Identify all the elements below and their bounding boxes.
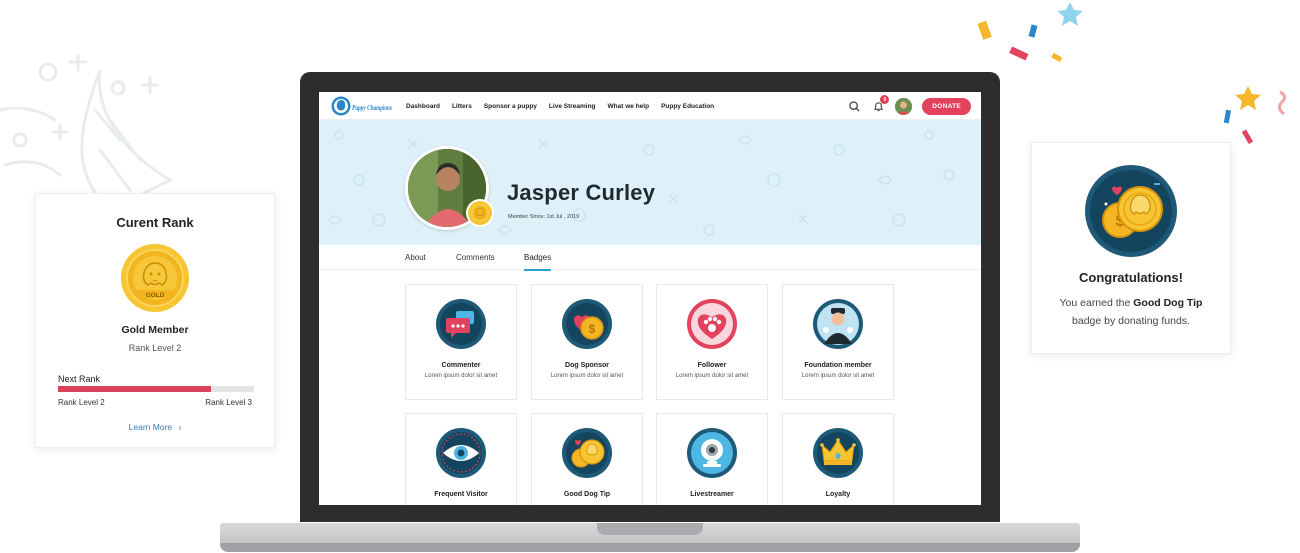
badge-card-foundation-member[interactable]: Foundation member Lorem ipsum dolor sit … (782, 284, 894, 400)
donate-button[interactable]: DONATE (922, 97, 971, 115)
user-avatar[interactable] (895, 97, 913, 115)
dog-coin-icon (562, 428, 612, 478)
congratulations-card: $ Congratulations! You earned the Good D… (1031, 142, 1231, 354)
nav-actions: 9 DONATE (847, 95, 971, 116)
badge-name: Commenter (441, 362, 481, 369)
badge-card-follower[interactable]: Follower Lorem ipsum dolor sit amet (656, 284, 768, 400)
badge-name: Livestreamer (690, 491, 734, 498)
man-paws-icon (813, 299, 863, 349)
badge-name: Loyalty (825, 491, 851, 498)
chat-bubble-icon (436, 299, 486, 349)
rank-name: Gold Member (121, 324, 189, 336)
rank-progress-bar (58, 386, 254, 392)
profile-name: Jasper Curley (507, 180, 656, 205)
laptop-screen: Puppy Champions Dashboard Litters Sponso… (319, 92, 981, 505)
progress-range-start: Rank Level 2 (58, 398, 105, 407)
webcam-icon (687, 428, 737, 478)
badge-name: Foundation member (804, 362, 872, 369)
coin-heart-icon: $ (562, 299, 612, 349)
learn-more-label: Learn More (128, 422, 173, 432)
laptop-base-bottom (220, 543, 1080, 552)
medal-label: GOLD (146, 292, 165, 299)
congrats-text-before: You earned the (1059, 297, 1134, 309)
svg-text:$: $ (589, 322, 596, 336)
congrats-title: Congratulations! (1079, 270, 1183, 285)
chevron-right-icon: › (178, 422, 182, 432)
tab-badges-label: Badges (524, 253, 552, 262)
logo-text: Puppy Champions (352, 104, 392, 112)
nav-link-live-streaming[interactable]: Live Streaming (549, 103, 596, 110)
search-button[interactable] (847, 99, 861, 113)
congrats-text-after: badge by donating funds. (1072, 314, 1190, 327)
nav-link-what-we-help[interactable]: What we help (608, 103, 650, 110)
search-icon (849, 100, 860, 112)
badge-card-frequent-visitor[interactable]: Frequent Visitor (405, 413, 517, 505)
learn-more-link[interactable]: Learn More › (36, 422, 274, 432)
tab-about-label: About (405, 253, 426, 262)
badge-card-livestreamer[interactable]: Livestreamer (656, 413, 768, 505)
tab-comments[interactable]: Comments (456, 245, 495, 270)
badge-name: Dog Sponsor (565, 362, 609, 369)
nav-link-litters[interactable]: Litters (452, 103, 472, 110)
notification-count-badge: 9 (880, 95, 890, 104)
laptop-base (220, 521, 1080, 553)
member-since: Member Since: 1st Jul , 2019 (508, 214, 580, 220)
congrats-message: You earned the Good Dog Tip badge by don… (1032, 295, 1230, 331)
badge-description: Lorem ipsum dolor sit amet (550, 373, 624, 379)
badge-card-good-dog-tip[interactable]: Good Dog Tip (531, 413, 643, 505)
tab-about[interactable]: About (405, 245, 426, 270)
puppy-champions-logo[interactable]: Puppy Champions (331, 95, 393, 117)
eye-icon (436, 428, 486, 478)
tab-comments-label: Comments (456, 253, 495, 262)
confetti-decoration (977, 2, 1287, 145)
gold-rank-badge-icon (466, 199, 494, 227)
paw-heart-icon (687, 299, 737, 349)
badge-card-loyalty[interactable]: Loyalty (782, 413, 894, 505)
congrats-badge-name: Good Dog Tip (1133, 297, 1203, 309)
progress-range-end: Rank Level 3 (205, 398, 252, 407)
badge-name: Good Dog Tip (563, 491, 611, 498)
current-rank-card: Curent Rank GOLD Gold Member Rank Level … (35, 193, 275, 448)
badge-description: Lorem ipsum dolor sit amet (675, 373, 749, 379)
nav-link-sponsor-a-puppy[interactable]: Sponsor a puppy (484, 103, 537, 110)
nav-link-puppy-education[interactable]: Puppy Education (661, 103, 714, 110)
good-dog-tip-badge-icon: $ (1085, 165, 1177, 257)
badge-description: Lorem ipsum dolor sit amet (424, 373, 498, 379)
rank-progress-fill (58, 386, 211, 392)
crown-icon (813, 428, 863, 478)
active-tab-indicator (524, 269, 552, 271)
badge-name: Follower (697, 362, 727, 369)
tab-badges[interactable]: Badges (524, 245, 552, 271)
top-navigation: Puppy Champions Dashboard Litters Sponso… (319, 92, 981, 120)
rank-card-title: Curent Rank (116, 215, 194, 230)
badge-name: Frequent Visitor (434, 491, 488, 498)
badge-card-dog-sponsor[interactable]: $ Dog Sponsor Lorem ipsum dolor sit amet (531, 284, 643, 400)
avatar-photo (895, 97, 913, 115)
rank-level: Rank Level 2 (128, 343, 182, 353)
notifications-button[interactable]: 9 (871, 95, 890, 113)
next-rank-label: Next Rank (58, 374, 101, 384)
nav-link-dashboard[interactable]: Dashboard (406, 103, 440, 110)
nav-links: Dashboard Litters Sponsor a puppy Live S… (406, 92, 714, 120)
badge-card-commenter[interactable]: Commenter Lorem ipsum dolor sit amet (405, 284, 517, 400)
laptop-notch (597, 523, 703, 535)
badge-description: Lorem ipsum dolor sit amet (801, 373, 875, 379)
profile-hero: Jasper Curley Member Since: 1st Jul , 20… (319, 120, 981, 245)
gold-medal-icon: GOLD (121, 244, 189, 312)
profile-tabs: About Comments Badges (319, 245, 981, 271)
